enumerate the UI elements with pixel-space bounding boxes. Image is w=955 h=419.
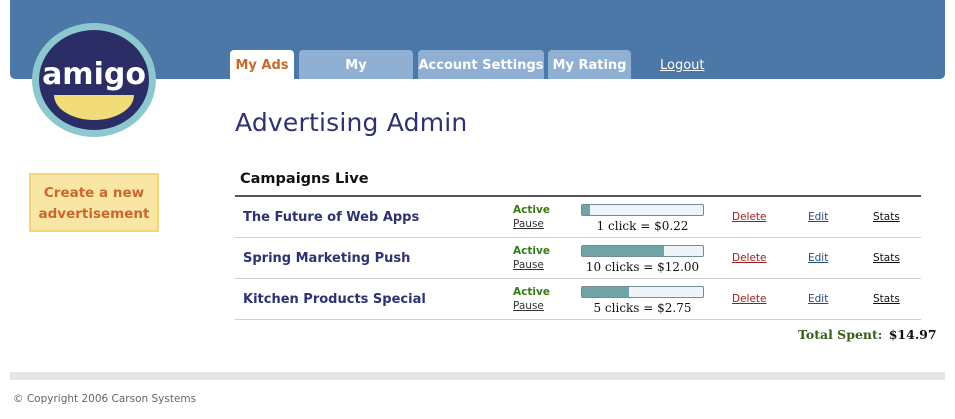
stats-link[interactable]: Stats [873,252,900,264]
clicks-summary: 10 clicks = $12.00 [585,260,700,274]
campaign-list: The Future of Web Apps Active Pause 1 cl… [235,197,921,320]
copyright-text: © Copyright 2006 Carson Systems [13,393,197,405]
tab-my-ads[interactable]: My Ads [230,50,294,79]
tab-my-rating[interactable]: My Rating [548,50,631,79]
delete-link[interactable]: Delete [732,211,767,223]
clicks-summary: 1 click = $0.22 [596,219,689,233]
footer-divider [10,372,945,380]
spend-progress-bar [581,286,704,298]
status-badge: Active [513,245,550,257]
create-advertisement-button[interactable]: Create a new advertisement [29,173,159,232]
spend-progress-bar [581,245,704,257]
campaign-row: The Future of Web Apps Active Pause 1 cl… [235,197,921,238]
spend-progress-fill [582,246,665,256]
amigo-logo: amigo [32,23,156,137]
status-badge: Active [513,286,550,298]
campaign-name: Spring Marketing Push [243,251,411,266]
clicks-summary: 5 clicks = $2.75 [593,301,692,315]
section-title: Campaigns Live [240,171,369,187]
status-badge: Active [513,204,550,216]
pause-link[interactable]: Pause [513,218,544,230]
spend-progress-fill [582,205,591,215]
pause-link[interactable]: Pause [513,300,544,312]
delete-link[interactable]: Delete [732,252,767,264]
total-spent-label: Total Spent: [798,327,883,342]
spend-progress-fill [582,287,630,297]
pause-link[interactable]: Pause [513,259,544,271]
campaign-row: Kitchen Products Special Active Pause 5 … [235,279,921,320]
total-spent: Total Spent: $14.97 [798,327,937,342]
campaign-row: Spring Marketing Push Active Pause 10 cl… [235,238,921,279]
campaign-name: The Future of Web Apps [243,210,420,225]
campaign-name: Kitchen Products Special [243,292,426,307]
edit-link[interactable]: Edit [808,252,828,264]
delete-link[interactable]: Delete [732,293,767,305]
create-advertisement-label: Create a new advertisement [38,184,150,222]
edit-link[interactable]: Edit [808,293,828,305]
page-title: Advertising Admin [235,108,468,137]
edit-link[interactable]: Edit [808,211,828,223]
stats-link[interactable]: Stats [873,293,900,305]
tab-account-settings[interactable]: Account Settings [418,50,544,79]
stats-link[interactable]: Stats [873,211,900,223]
spend-progress-bar [581,204,704,216]
logo-text: amigo [42,57,146,92]
logout-link[interactable]: Logout [660,58,705,73]
total-spent-value: $14.97 [888,327,937,342]
tab-my-newsletters[interactable]: My Newsletters [299,50,413,104]
